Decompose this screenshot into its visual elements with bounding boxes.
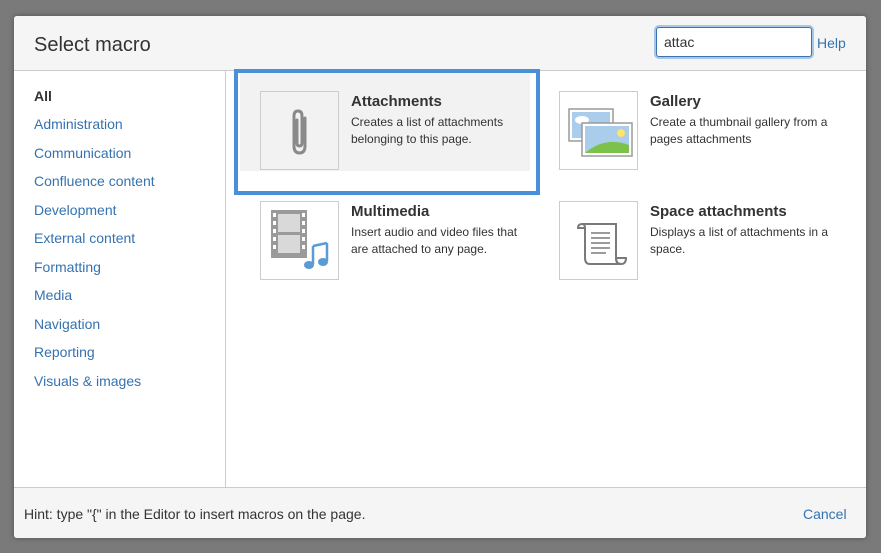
category-administration[interactable]: Administration — [34, 116, 123, 132]
category-communication[interactable]: Communication — [34, 145, 131, 161]
category-sidebar: All Administration Communication Conflue… — [14, 71, 226, 487]
category-visuals-images[interactable]: Visuals & images — [34, 373, 141, 389]
category-development[interactable]: Development — [34, 202, 117, 218]
category-reporting[interactable]: Reporting — [34, 344, 95, 360]
category-external-content[interactable]: External content — [34, 230, 135, 246]
category-all[interactable]: All — [34, 88, 52, 104]
help-link[interactable]: Help — [817, 35, 846, 51]
macro-description: Insert audio and video files that are at… — [351, 225, 518, 256]
macro-description: Create a thumbnail gallery from a pages … — [650, 115, 828, 146]
scroll-icon — [559, 201, 638, 280]
dialog-header: Select macro Help — [14, 16, 866, 71]
hint-text: Hint: type "{" in the Editor to insert m… — [24, 506, 366, 522]
macro-card-multimedia[interactable]: Multimedia Insert audio and video files … — [240, 181, 530, 281]
macro-title: Gallery — [650, 93, 701, 110]
category-confluence-content[interactable]: Confluence content — [34, 173, 155, 189]
macro-search-input[interactable] — [656, 27, 812, 57]
category-formatting[interactable]: Formatting — [34, 259, 101, 275]
dialog-footer: Hint: type "{" in the Editor to insert m… — [14, 487, 866, 538]
macro-title: Multimedia — [351, 203, 430, 220]
category-navigation[interactable]: Navigation — [34, 316, 100, 332]
macro-description: Displays a list of attachments in a spac… — [650, 225, 829, 256]
gallery-icon — [559, 91, 638, 170]
selection-highlight — [234, 69, 540, 195]
macro-card-space-attachments[interactable]: Space attachments Displays a list of att… — [539, 181, 829, 281]
macro-title: Space attachments — [650, 203, 787, 220]
cancel-button[interactable]: Cancel — [803, 506, 847, 522]
dialog-title: Select macro — [34, 34, 151, 56]
multimedia-icon — [260, 201, 339, 280]
category-media[interactable]: Media — [34, 287, 72, 303]
macro-card-gallery[interactable]: Gallery Create a thumbnail gallery from … — [539, 71, 829, 171]
